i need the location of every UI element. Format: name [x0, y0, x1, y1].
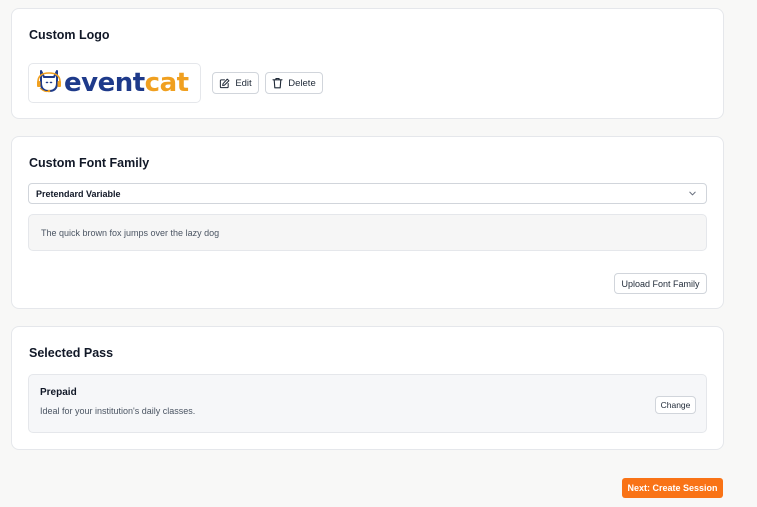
font-preview-box: The quick brown fox jumps over the lazy …: [28, 214, 707, 251]
selected-font-value: Pretendard Variable: [36, 188, 121, 199]
selected-pass-title: Selected Pass: [29, 346, 114, 360]
edit-logo-button[interactable]: Edit: [212, 72, 259, 94]
delete-button-label: Delete: [288, 77, 316, 89]
trash-icon: [272, 77, 283, 89]
delete-logo-button[interactable]: Delete: [265, 72, 323, 94]
upload-font-family-button[interactable]: Upload Font Family: [614, 273, 707, 294]
logo-wordmark-accent: cat: [144, 68, 189, 98]
pass-description: Ideal for your institution's daily class…: [40, 406, 196, 416]
pass-name: Prepaid: [40, 387, 77, 398]
change-pass-button[interactable]: Change: [655, 396, 696, 414]
logo-wordmark: eventcat: [64, 70, 189, 96]
chevron-down-icon: [688, 189, 697, 200]
edit-button-label: Edit: [235, 77, 252, 89]
custom-font-title: Custom Font Family: [29, 156, 150, 170]
pass-summary-box: Prepaid Ideal for your institution's dai…: [28, 374, 707, 433]
logo-preview: eventcat: [28, 63, 201, 103]
font-family-select[interactable]: Pretendard Variable: [28, 183, 707, 204]
font-preview-text: The quick brown fox jumps over the lazy …: [41, 227, 220, 238]
logo-wordmark-primary: event: [64, 68, 145, 98]
custom-logo-title: Custom Logo: [29, 28, 110, 42]
cat-headset-icon: [37, 67, 61, 100]
selected-pass-card: Selected Pass Prepaid Ideal for your ins…: [11, 326, 724, 450]
custom-logo-card: Custom Logo eventcat Edit Delete: [11, 8, 724, 119]
next-create-session-button[interactable]: Next: Create Session: [622, 478, 723, 498]
custom-font-card: Custom Font Family Pretendard Variable T…: [11, 136, 724, 309]
pencil-square-icon: [219, 78, 230, 89]
